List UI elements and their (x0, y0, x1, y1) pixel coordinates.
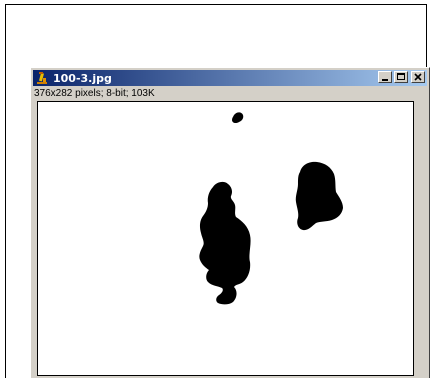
title-bar[interactable]: 100-3.jpg (33, 70, 427, 86)
minimize-icon (382, 79, 388, 81)
maximize-button[interactable] (394, 71, 408, 83)
image-info: 376x282 pixels; 8-bit; 103K (34, 88, 155, 99)
close-icon (414, 73, 422, 81)
microscope-icon (35, 71, 49, 85)
binary-image (199, 112, 343, 305)
minimize-button[interactable] (378, 71, 392, 83)
blob-left (199, 181, 251, 305)
blob-small (232, 112, 244, 124)
window-title: 100-3.jpg (53, 71, 112, 85)
window-controls (378, 71, 425, 83)
image-canvas[interactable] (37, 101, 414, 376)
image-window[interactable]: 100-3.jpg 376x282 pixels; 8-bit; 103K (30, 67, 430, 378)
blob-right (295, 161, 343, 231)
close-button[interactable] (411, 71, 425, 83)
maximize-icon (397, 73, 405, 80)
